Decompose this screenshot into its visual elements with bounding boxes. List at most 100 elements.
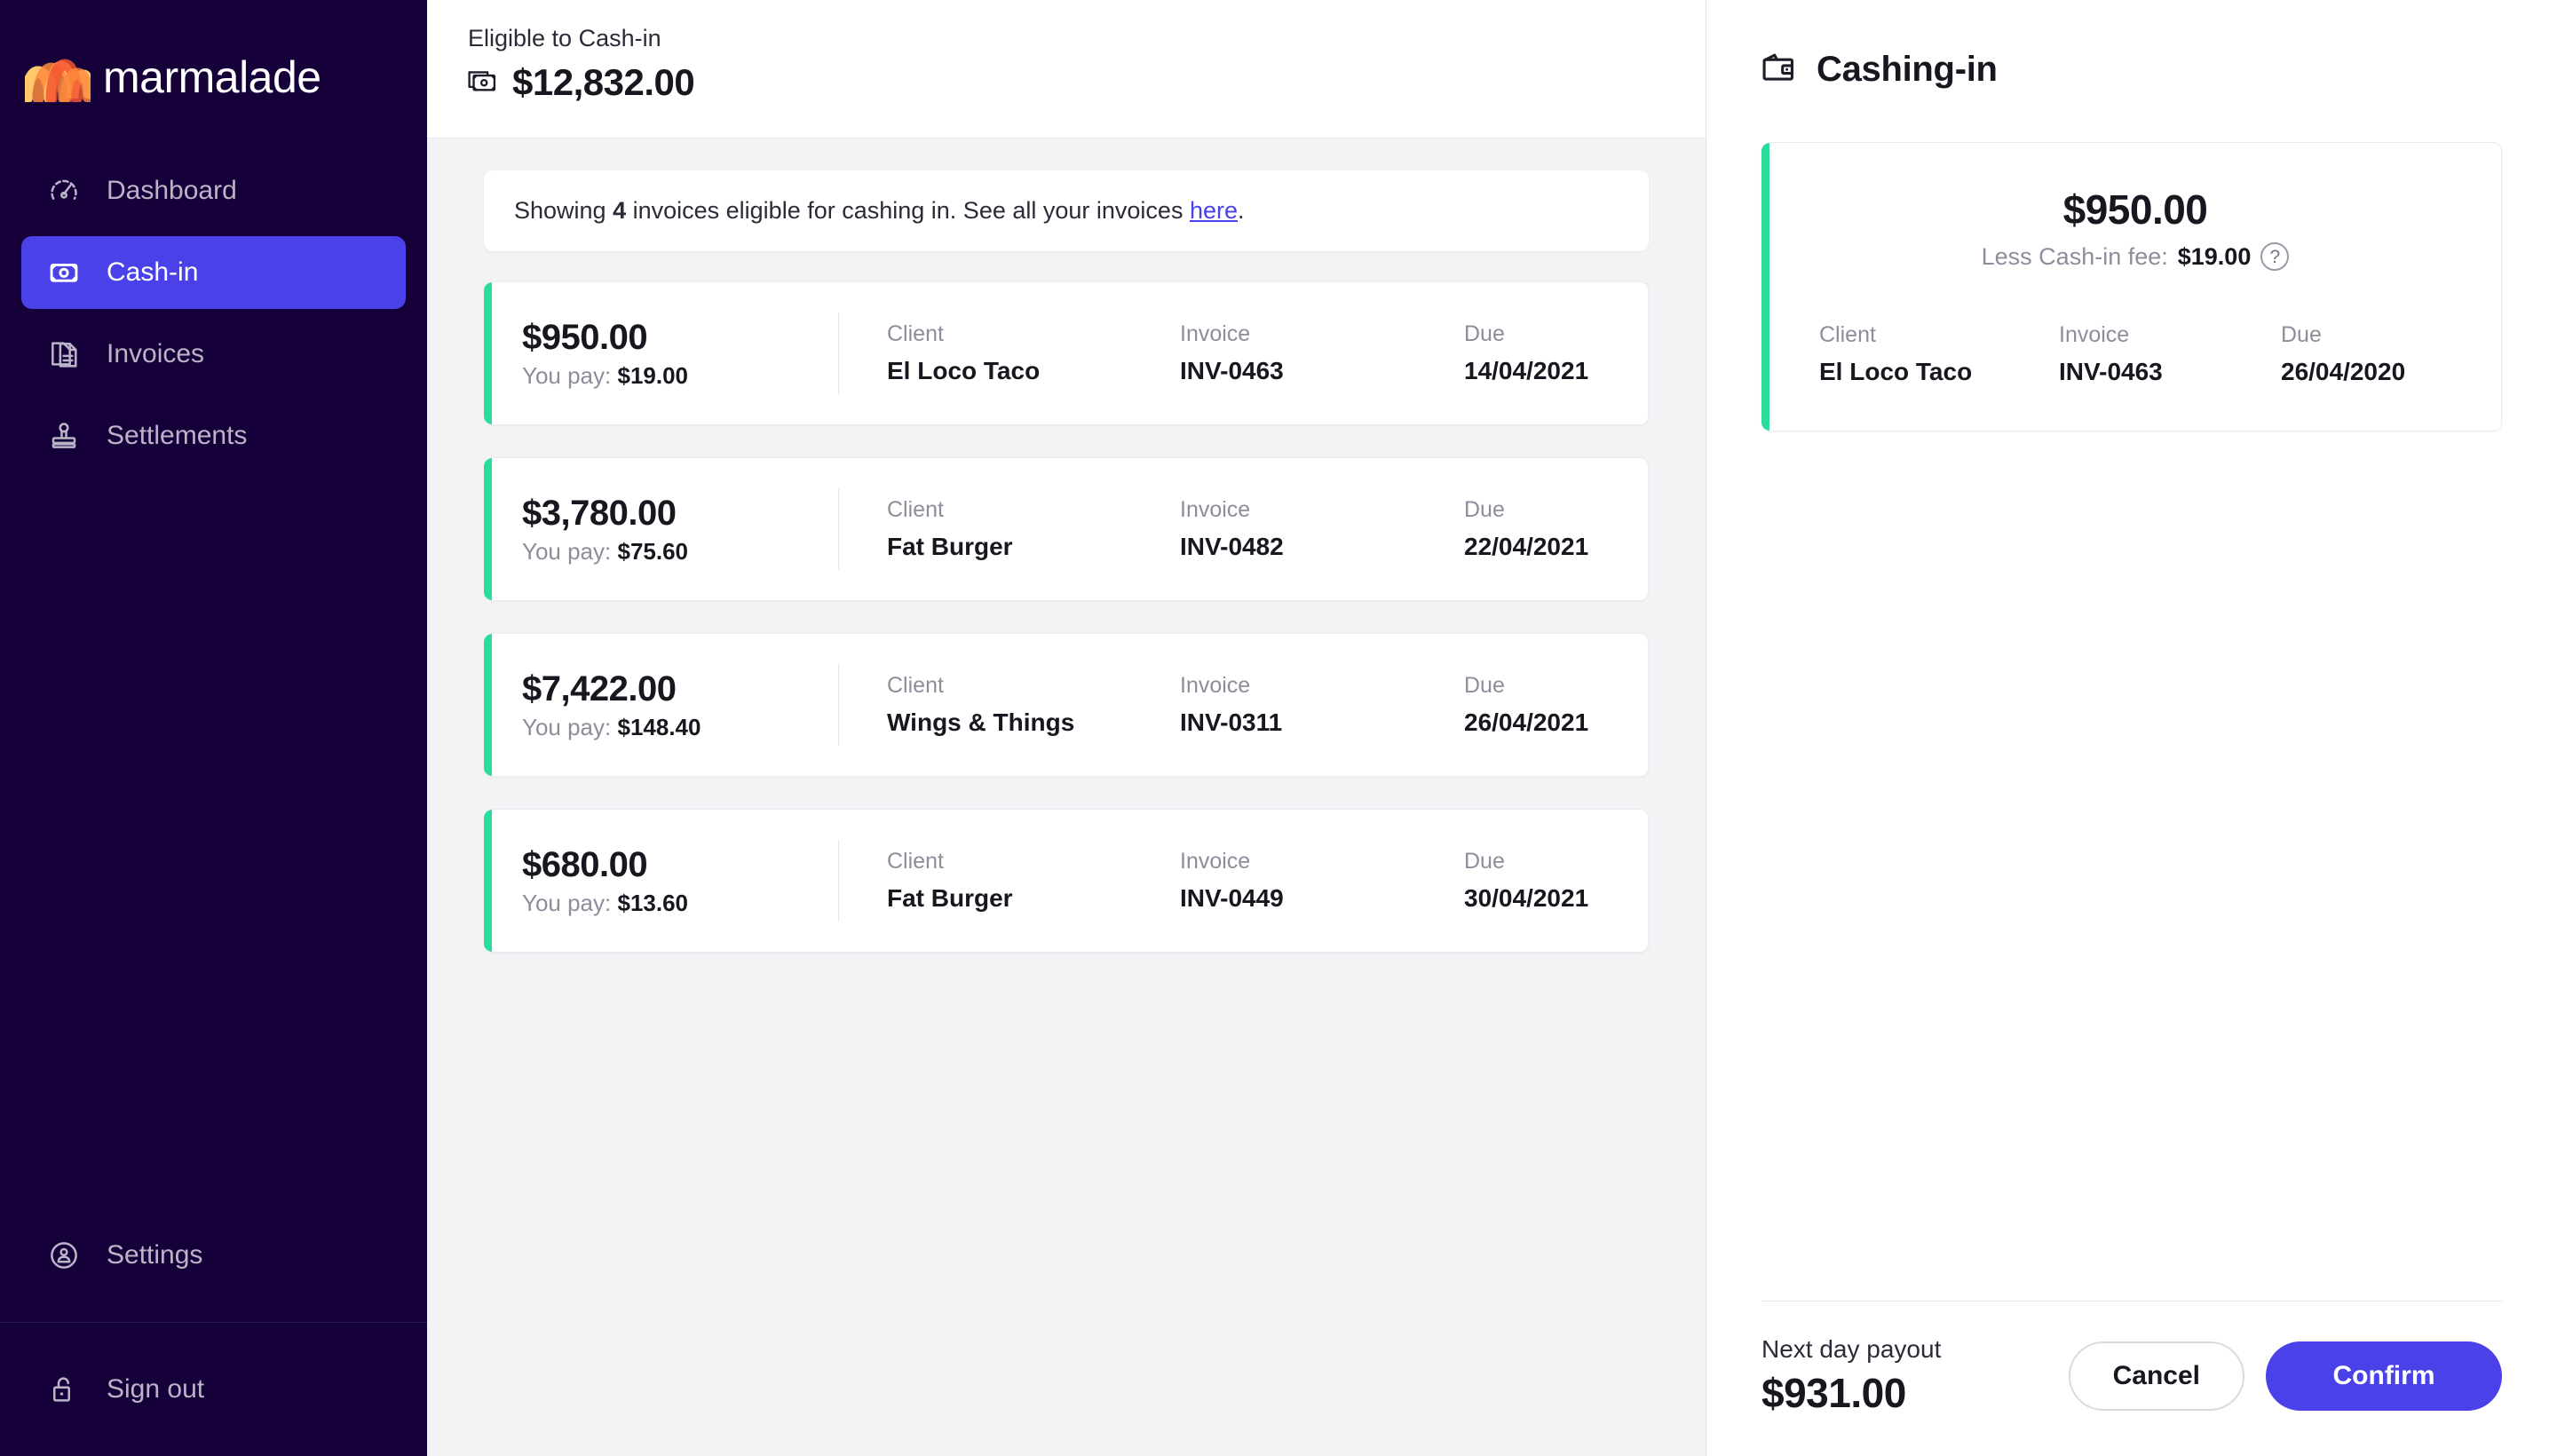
field-value-invoice: INV-0463 [1180,357,1284,384]
cashing-in-footer: Next day payout $931.00 Cancel Confirm [1761,1301,2502,1456]
invoice-amount-block: $7,422.00 You pay: $148.40 [492,669,838,741]
sidebar-item-dashboard[interactable]: Dashboard [21,154,406,227]
sidebar-item-label: Sign out [107,1374,205,1404]
payout-label: Next day payout [1761,1335,1942,1363]
card-accent-bar [484,634,492,776]
selected-invoice-card[interactable]: $950.00 Less Cash-in fee: $19.00 ? Clien… [1761,142,2502,431]
cancel-button[interactable]: Cancel [2068,1341,2244,1411]
selected-amount: $950.00 [2062,186,2208,233]
marmalade-wave-logo-icon [20,52,95,105]
field-label-client: Client [887,673,944,698]
brand-name: marmalade [103,52,321,102]
speedometer-icon [44,171,83,210]
notice-count: 4 [613,197,627,224]
notice-prefix: Showing [514,197,614,224]
card-divider [838,313,839,394]
sidebar-item-settlements[interactable]: Settlements [21,400,406,472]
sidebar-item-cash-in[interactable]: Cash-in [21,236,406,309]
cash-in-fee-amount: $19.00 [2177,242,2252,270]
you-pay-amount: $19.00 [617,362,689,390]
field-value-client: El Loco Taco [1819,358,1973,385]
invoice-invoice-field: Invoice INV-0463 [1180,321,1464,385]
you-pay-row: You pay: $148.40 [522,714,838,741]
invoice-card[interactable]: $3,780.00 You pay: $75.60 Client Fat Burger… [484,457,1649,601]
field-value-client: Fat Burger [887,884,1013,912]
sidebar-item-sign-out[interactable]: Sign out [21,1353,406,1426]
invoice-card-content: $7,422.00 You pay: $148.40 Client Wings & T… [492,634,1648,776]
invoice-due-field: Due 30/04/2021 [1464,849,1648,913]
field-label-due: Due [2281,322,2322,347]
invoice-card[interactable]: $7,422.00 You pay: $148.40 Client Wings & T… [484,633,1649,777]
field-value-client: Wings & Things [887,708,1075,736]
field-value-invoice: INV-0311 [1180,708,1283,736]
you-pay-amount: $148.40 [617,714,701,741]
stamp-icon [44,416,83,455]
you-pay-row: You pay: $19.00 [522,362,838,390]
invoice-invoice-field: Invoice INV-0311 [1180,673,1464,737]
cash-in-main-column: Eligible to Cash-in $12,832.00 Showing 4… [427,0,1706,1456]
field-label-invoice: Invoice [1180,321,1251,346]
eligible-amount-row: $12,832.00 [468,61,1706,104]
invoice-card-content: $950.00 You pay: $19.00 Client El Loco Taco… [492,282,1648,424]
payout-summary: Next day payout $931.00 [1761,1335,1941,1417]
sidebar-divider [0,1322,427,1323]
invoice-client-field: Client Fat Burger [887,849,1180,913]
documents-icon [44,335,83,374]
eligible-amount: $12,832.00 [512,61,695,103]
footer-actions: Cancel Confirm [2068,1341,2502,1411]
sidebar-item-label: Settlements [107,421,248,450]
field-value-client: El Loco Taco [887,357,1041,384]
invoice-invoice-field: Invoice INV-0449 [1180,849,1464,913]
you-pay-label: You pay: [522,890,612,917]
cashing-in-title: Cashing-in [1817,49,1998,89]
field-value-due: 26/04/2021 [1464,708,1589,736]
invoice-due-field: Due 26/04/2021 [1464,673,1648,737]
sidebar: marmalade Dashboard Cash-in Invoices Set… [0,0,427,1456]
sidebar-item-label: Cash-in [107,257,199,287]
cashing-in-panel: Cashing-in $950.00 Less Cash-in fee: $19… [1706,0,2557,1456]
cash-in-fee-row: Less Cash-in fee: $19.00 ? [1819,242,2451,271]
field-value-invoice: INV-0449 [1180,884,1284,912]
card-accent-bar [484,458,492,600]
brand-logo[interactable]: marmalade [0,0,427,115]
invoice-card-content: $680.00 You pay: $13.60 Client Fat Burger In… [492,810,1648,952]
card-divider [838,840,839,922]
selected-invoice-field: Invoice INV-0463 [2059,322,2281,386]
you-pay-label: You pay: [522,714,612,741]
app-root: marmalade Dashboard Cash-in Invoices Set… [0,0,2557,1456]
invoice-amount: $7,422.00 [522,669,677,708]
you-pay-amount: $75.60 [617,538,689,566]
sidebar-item-invoices[interactable]: Invoices [21,318,406,391]
field-value-due: 30/04/2021 [1464,884,1589,912]
invoice-amount-block: $3,780.00 You pay: $75.60 [492,493,838,566]
field-value-client: Fat Burger [887,533,1013,560]
field-label-due: Due [1464,497,1505,522]
you-pay-amount: $13.60 [617,890,689,917]
field-label-client: Client [887,321,944,346]
invoice-card[interactable]: $680.00 You pay: $13.60 Client Fat Burger In… [484,809,1649,953]
notice-suffix: . [1238,197,1245,224]
card-accent-bar [484,810,492,952]
wallet-icon [1761,51,1797,88]
invoice-card-content: $3,780.00 You pay: $75.60 Client Fat Burger… [492,458,1648,600]
confirm-button[interactable]: Confirm [2266,1341,2502,1411]
field-label-due: Due [1464,673,1505,698]
cashing-in-header: Cashing-in [1706,0,2557,107]
you-pay-row: You pay: $75.60 [522,538,838,566]
payout-amount: $931.00 [1761,1370,1906,1416]
selected-invoice-fields: Client El Loco Taco Invoice INV-0463 Due… [1819,322,2451,386]
stacked-banknotes-icon [468,68,496,98]
eligible-label: Eligible to Cash-in [468,25,661,51]
invoice-card[interactable]: $950.00 You pay: $19.00 Client El Loco Taco… [484,281,1649,425]
eligible-header: Eligible to Cash-in $12,832.00 [427,0,1706,138]
field-value-due: 26/04/2020 [2281,358,2406,385]
invoice-amount: $3,780.00 [522,493,677,533]
cash-in-fee-label: Less Cash-in fee: [1981,242,2168,270]
selected-client-field: Client El Loco Taco [1819,322,2059,386]
question-mark-icon[interactable]: ? [2260,242,2290,271]
invoice-client-field: Client Wings & Things [887,673,1180,737]
sidebar-item-settings[interactable]: Settings [21,1219,406,1292]
invoice-client-field: Client Fat Burger [887,497,1180,561]
all-invoices-link[interactable]: here [1190,197,1238,224]
unlocked-padlock-icon [44,1370,83,1409]
